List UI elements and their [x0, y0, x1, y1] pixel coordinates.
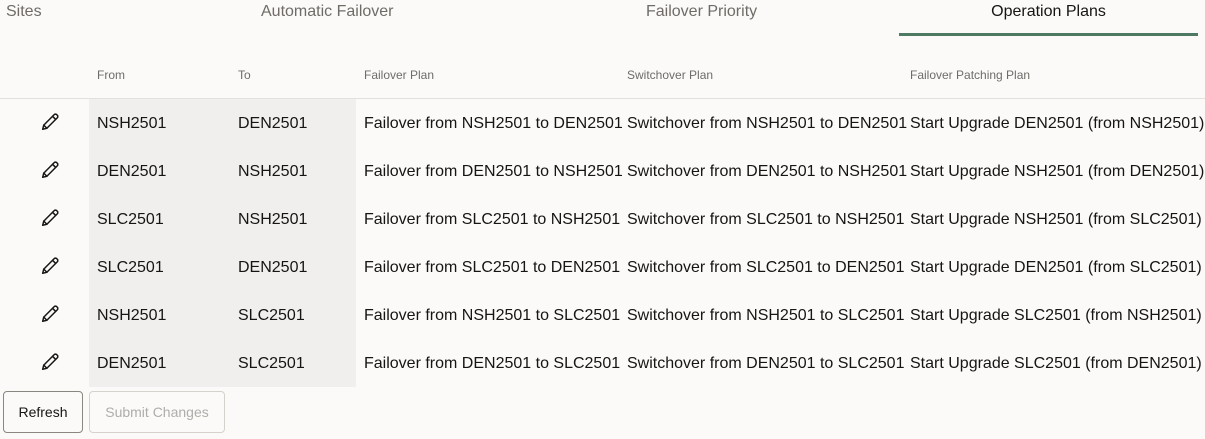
table-row: SLC2501 NSH2501 Failover from SLC2501 to N…	[0, 196, 1205, 244]
pencil-icon	[39, 351, 61, 378]
edit-row-button[interactable]	[36, 302, 64, 330]
cell-to: DEN2501	[238, 259, 308, 276]
tab-operation-plans[interactable]: Operation Plans	[899, 0, 1198, 36]
edit-row-button[interactable]	[36, 158, 64, 186]
cell-failover-patching-plan: Start Upgrade NSH2501 (from DEN2501)	[910, 163, 1205, 180]
tab-label: Sites	[6, 3, 42, 20]
refresh-button[interactable]: Refresh	[3, 391, 83, 433]
cell-failover-patching-plan: Start Upgrade SLC2501 (from DEN2501)	[910, 355, 1202, 372]
cell-to: SLC2501	[238, 355, 305, 372]
cell-failover-patching-plan: Start Upgrade DEN2501 (from NSH2501)	[910, 115, 1205, 132]
cell-from: SLC2501	[97, 211, 164, 228]
cell-switchover-plan: Switchover from DEN2501 to NSH2501	[627, 163, 908, 180]
header-divider	[0, 98, 1205, 99]
cell-from: SLC2501	[97, 259, 164, 276]
cell-to: DEN2501	[238, 115, 308, 132]
cell-failover-plan: Failover from DEN2501 to SLC2501	[364, 355, 621, 372]
cell-switchover-plan: Switchover from NSH2501 to SLC2501	[627, 307, 905, 324]
submit-changes-button[interactable]: Submit Changes	[89, 391, 225, 433]
cell-switchover-plan: Switchover from DEN2501 to SLC2501	[627, 355, 905, 372]
tab-label: Failover Priority	[646, 3, 758, 20]
column-header-failover-plan: Failover Plan	[364, 68, 435, 82]
cell-failover-plan: Failover from SLC2501 to NSH2501	[364, 211, 621, 228]
table-row: DEN2501 SLC2501 Failover from DEN2501 to S…	[0, 340, 1205, 388]
edit-row-button[interactable]	[36, 254, 64, 282]
edit-row-button[interactable]	[36, 110, 64, 138]
cell-failover-plan: Failover from NSH2501 to DEN2501	[364, 115, 623, 132]
tab-automatic-failover[interactable]: Automatic Failover	[200, 0, 460, 36]
pencil-icon	[39, 159, 61, 186]
table-row: NSH2501 SLC2501 Failover from NSH2501 to S…	[0, 292, 1205, 340]
cell-failover-plan: Failover from DEN2501 to NSH2501	[364, 163, 623, 180]
cell-switchover-plan: Switchover from SLC2501 to NSH2501	[627, 211, 905, 228]
cell-to: SLC2501	[238, 307, 305, 324]
cell-failover-patching-plan: Start Upgrade DEN2501 (from SLC2501)	[910, 259, 1202, 276]
table-row: SLC2501 DEN2501 Failover from SLC2501 to D…	[0, 244, 1205, 292]
pencil-icon	[39, 255, 61, 282]
column-header-switchover-plan: Switchover Plan	[627, 68, 714, 82]
cell-from: DEN2501	[97, 163, 167, 180]
cell-failover-patching-plan: Start Upgrade NSH2501 (from SLC2501)	[910, 211, 1202, 228]
cell-to: NSH2501	[238, 211, 308, 228]
selected-tab-indicator	[899, 33, 1198, 36]
edit-row-button[interactable]	[36, 350, 64, 378]
operation-plans-page: Sites Automatic Failover Failover Priori…	[0, 0, 1205, 439]
column-header-failover-patching-plan: Failover Patching Plan	[910, 68, 1031, 82]
cell-failover-plan: Failover from SLC2501 to DEN2501	[364, 259, 621, 276]
cell-from: DEN2501	[97, 355, 167, 372]
tab-failover-priority[interactable]: Failover Priority	[580, 0, 840, 36]
cell-from: NSH2501	[97, 307, 167, 324]
tab-label: Automatic Failover	[261, 3, 394, 20]
table-row: DEN2501 NSH2501 Failover from DEN2501 to N…	[0, 148, 1205, 196]
tab-label: Operation Plans	[991, 3, 1106, 20]
cell-switchover-plan: Switchover from SLC2501 to DEN2501	[627, 259, 905, 276]
edit-row-button[interactable]	[36, 206, 64, 234]
cell-switchover-plan: Switchover from NSH2501 to DEN2501	[627, 115, 908, 132]
table-row: NSH2501 DEN2501 Failover from NSH2501 to D…	[0, 100, 1205, 148]
pencil-icon	[39, 303, 61, 330]
cell-from: NSH2501	[97, 115, 167, 132]
cell-failover-patching-plan: Start Upgrade SLC2501 (from NSH2501)	[910, 307, 1202, 324]
pencil-icon	[39, 207, 61, 234]
tab-bar: Sites Automatic Failover Failover Priori…	[0, 0, 1205, 38]
tab-sites[interactable]: Sites	[0, 0, 110, 36]
cell-failover-plan: Failover from NSH2501 to SLC2501	[364, 307, 621, 324]
cell-to: NSH2501	[238, 163, 308, 180]
pencil-icon	[39, 111, 61, 138]
column-header-from: From	[97, 68, 125, 82]
column-header-to: To	[238, 68, 251, 82]
